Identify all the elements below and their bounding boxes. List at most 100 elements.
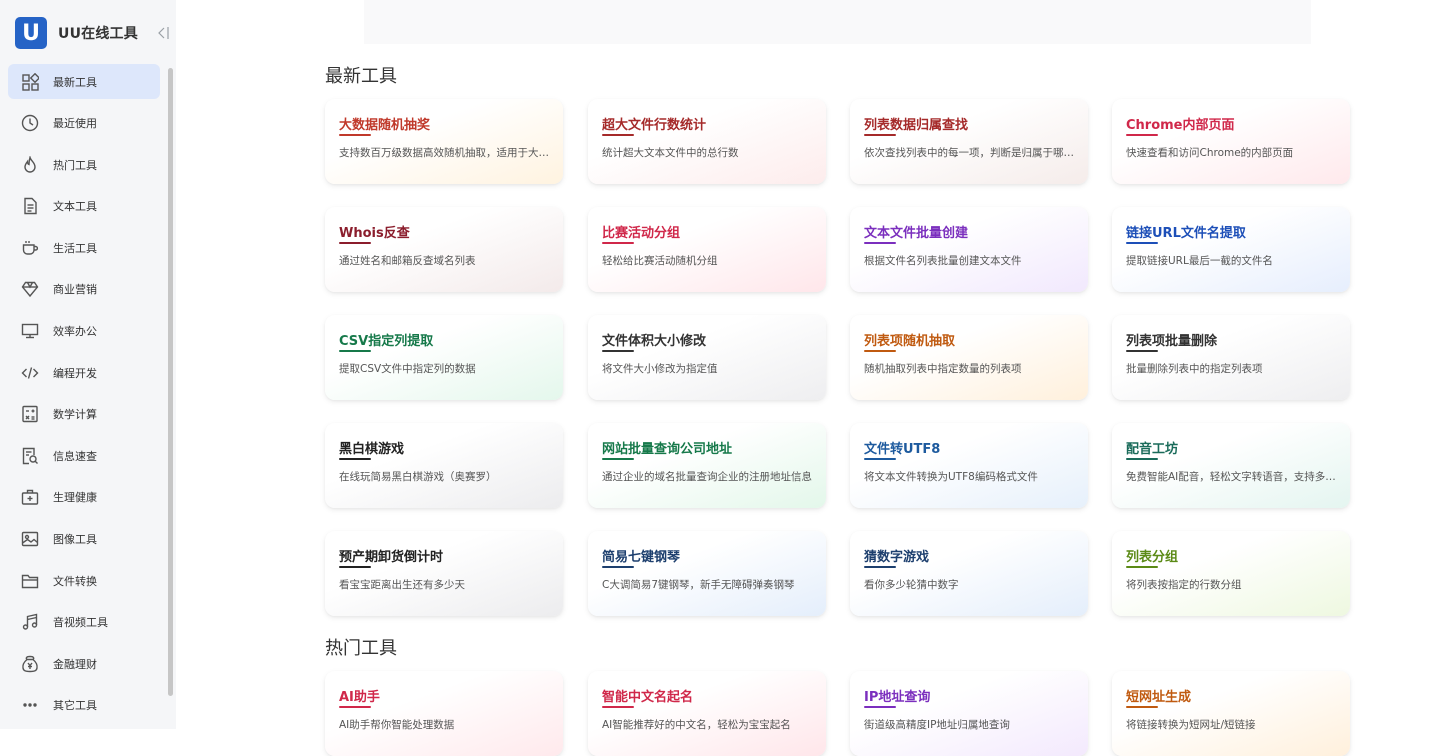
sidebar-item-5[interactable]: 商业营销 bbox=[8, 272, 160, 307]
sidebar-item-1[interactable]: 最近使用 bbox=[8, 106, 160, 141]
tool-card-title: 文本文件批量创建 bbox=[864, 226, 969, 241]
title-underline bbox=[339, 134, 371, 136]
sidebar-item-12[interactable]: 文件转换 bbox=[8, 563, 160, 598]
sidebar-item-7[interactable]: 编程开发 bbox=[8, 355, 160, 390]
app-logo: U bbox=[15, 17, 47, 49]
sidebar-scrollbar[interactable] bbox=[168, 68, 173, 696]
tool-card-description: 街道级高精度IP地址归属地查询 bbox=[864, 719, 1010, 731]
tool-card[interactable]: 大数据随机抽奖支持数百万级数据高效随机抽取，适用于大型活动抽奖 bbox=[325, 99, 563, 184]
sidebar: U UU在线工具 最新工具最近使用热门工具文本工具生活工具商业营销效率办公编程开… bbox=[0, 0, 176, 729]
title-underline bbox=[864, 566, 896, 568]
sidebar-item-label: 文件转换 bbox=[53, 574, 97, 588]
tool-card[interactable]: 超大文件行数统计 统计超大文本文件中的总行数 bbox=[588, 99, 826, 184]
tool-card[interactable]: AI助手 AI助手帮你智能处理数据 bbox=[325, 671, 563, 756]
tool-card[interactable]: 网站批量查询公司地址 通过企业的域名批量查询企业的注册地址信息 bbox=[588, 423, 826, 508]
search-doc-icon bbox=[20, 446, 40, 466]
title-underline bbox=[339, 350, 371, 352]
tool-card[interactable]: 黑白棋游戏在线玩简易黑白棋游戏（奥赛罗） bbox=[325, 423, 563, 508]
diamond-icon bbox=[20, 279, 40, 299]
grid-icon bbox=[20, 72, 40, 92]
tool-card[interactable]: 智能中文名起名 AI智能推荐好的中文名，轻松为宝宝起名 bbox=[588, 671, 826, 756]
title-underline bbox=[864, 458, 896, 460]
card-background bbox=[325, 99, 563, 184]
card-background bbox=[850, 99, 1088, 184]
tool-card-title: 配音工坊 bbox=[1126, 442, 1179, 457]
tool-card[interactable]: IP地址查询 街道级高精度IP地址归属地查询 bbox=[850, 671, 1088, 756]
code-icon bbox=[20, 363, 40, 383]
tool-card[interactable]: 文本文件批量创建 根据文件名列表批量创建文本文件 bbox=[850, 207, 1088, 292]
tool-card[interactable]: Whois反查通过姓名和邮箱反查域名列表 bbox=[325, 207, 563, 292]
more-icon bbox=[20, 695, 40, 715]
card-background bbox=[588, 423, 826, 508]
tool-card-description: AI助手帮你智能处理数据 bbox=[339, 719, 455, 731]
top-banner-placeholder bbox=[364, 0, 1311, 44]
tool-card-title: 智能中文名起名 bbox=[602, 690, 694, 705]
card-background bbox=[1112, 315, 1350, 400]
tool-card[interactable]: 列表分组 将列表按指定的行数分组 bbox=[1112, 531, 1350, 616]
title-underline bbox=[602, 350, 634, 352]
tool-card-description: 将链接转换为短网址/短链接 bbox=[1126, 719, 1256, 731]
tool-card[interactable]: 猜数字游戏 看你多少轮猜中数字 bbox=[850, 531, 1088, 616]
sidebar-item-2[interactable]: 热门工具 bbox=[8, 147, 160, 182]
tool-card-description: 将文本文件转换为UTF8编码格式文件 bbox=[864, 471, 1038, 483]
title-underline bbox=[1126, 706, 1158, 708]
tool-card[interactable]: Chrome内部页面 快速查看和访问Chrome的内部页面 bbox=[1112, 99, 1350, 184]
tool-card[interactable]: CSV指定列提取 提取CSV文件中指定列的数据 bbox=[325, 315, 563, 400]
sidebar-item-4[interactable]: 生活工具 bbox=[8, 230, 160, 265]
tool-card-description: 通过姓名和邮箱反查域名列表 bbox=[339, 255, 476, 267]
card-background bbox=[325, 671, 563, 756]
sidebar-item-8[interactable]: 数学计算 bbox=[8, 397, 160, 432]
tool-card-description: 看宝宝距离出生还有多少天 bbox=[339, 579, 465, 591]
tool-card-description: 提取CSV文件中指定列的数据 bbox=[339, 363, 476, 375]
tool-card-title: AI助手 bbox=[339, 690, 380, 705]
tool-card-title: 黑白棋游戏 bbox=[339, 442, 405, 457]
tool-card[interactable]: 短网址生成将链接转换为短网址/短链接 bbox=[1112, 671, 1350, 756]
sidebar-item-9[interactable]: 信息速查 bbox=[8, 438, 160, 473]
sidebar-item-label: 热门工具 bbox=[53, 158, 97, 172]
tool-card-description: 在线玩简易黑白棋游戏（奥赛罗） bbox=[339, 471, 497, 483]
tool-card-description: 支持数百万级数据高效随机抽取，适用于大型活动抽奖 bbox=[339, 147, 553, 159]
tool-card-description: 将文件大小修改为指定值 bbox=[602, 363, 718, 375]
title-underline bbox=[602, 458, 634, 460]
tool-card-description: 免费智能AI配音，轻松文字转语音，支持多种音色 bbox=[1126, 471, 1340, 483]
sidebar-item-label: 最近使用 bbox=[53, 117, 97, 131]
music-icon bbox=[20, 612, 40, 632]
sidebar-nav: 最新工具最近使用热门工具文本工具生活工具商业营销效率办公编程开发数学计算信息速查… bbox=[8, 64, 160, 730]
sidebar-item-3[interactable]: 文本工具 bbox=[8, 189, 160, 224]
tool-card[interactable]: 简易七键钢琴 C大调简易7键钢琴，新手无障碍弹奏钢琴 bbox=[588, 531, 826, 616]
tool-card[interactable]: 列表项随机抽取 随机抽取列表中指定数量的列表项 bbox=[850, 315, 1088, 400]
card-background bbox=[588, 99, 826, 184]
fire-icon bbox=[20, 155, 40, 175]
title-underline bbox=[1126, 350, 1158, 352]
calculator-icon bbox=[20, 404, 40, 424]
title-underline bbox=[339, 458, 371, 460]
section-title: 最新工具 bbox=[325, 66, 397, 87]
sidebar-item-15[interactable]: 其它工具 bbox=[8, 688, 160, 723]
money-bag-icon bbox=[20, 654, 40, 674]
card-background bbox=[850, 207, 1088, 292]
sidebar-item-10[interactable]: 生理健康 bbox=[8, 480, 160, 515]
brand[interactable]: U UU在线工具 bbox=[15, 17, 138, 49]
tool-card[interactable]: 列表项批量删除 批量删除列表中的指定列表项 bbox=[1112, 315, 1350, 400]
collapse-left-icon[interactable] bbox=[156, 25, 170, 41]
tool-card[interactable]: 文件转UTF8 将文本文件转换为UTF8编码格式文件 bbox=[850, 423, 1088, 508]
card-background bbox=[850, 315, 1088, 400]
tool-card[interactable]: 比赛活动分组 轻松给比赛活动随机分组 bbox=[588, 207, 826, 292]
tool-card[interactable]: 预产期卸货倒计时 看宝宝距离出生还有多少天 bbox=[325, 531, 563, 616]
sidebar-item-13[interactable]: 音视频工具 bbox=[8, 605, 160, 640]
medical-kit-icon bbox=[20, 487, 40, 507]
tool-card-title: Chrome内部页面 bbox=[1126, 118, 1235, 133]
sidebar-item-11[interactable]: 图像工具 bbox=[8, 522, 160, 557]
tool-card-title: 列表项随机抽取 bbox=[864, 334, 956, 349]
tool-card-title: 短网址生成 bbox=[1126, 690, 1192, 705]
sidebar-item-label: 最新工具 bbox=[53, 75, 97, 89]
sidebar-item-14[interactable]: 金融理财 bbox=[8, 646, 160, 681]
sidebar-item-0[interactable]: 最新工具 bbox=[8, 64, 160, 99]
tool-card[interactable]: 链接URL文件名提取 提取链接URL最后一截的文件名 bbox=[1112, 207, 1350, 292]
tool-card-title: Whois反查 bbox=[339, 226, 410, 241]
title-underline bbox=[1126, 242, 1158, 244]
sidebar-item-6[interactable]: 效率办公 bbox=[8, 314, 160, 349]
tool-card[interactable]: 列表数据归属查找 依次查找列表中的每一项，判断是归属于哪个分组 bbox=[850, 99, 1088, 184]
tool-card[interactable]: 配音工坊免费智能AI配音，轻松文字转语音，支持多种音色 bbox=[1112, 423, 1350, 508]
tool-card[interactable]: 文件体积大小修改 将文件大小修改为指定值 bbox=[588, 315, 826, 400]
